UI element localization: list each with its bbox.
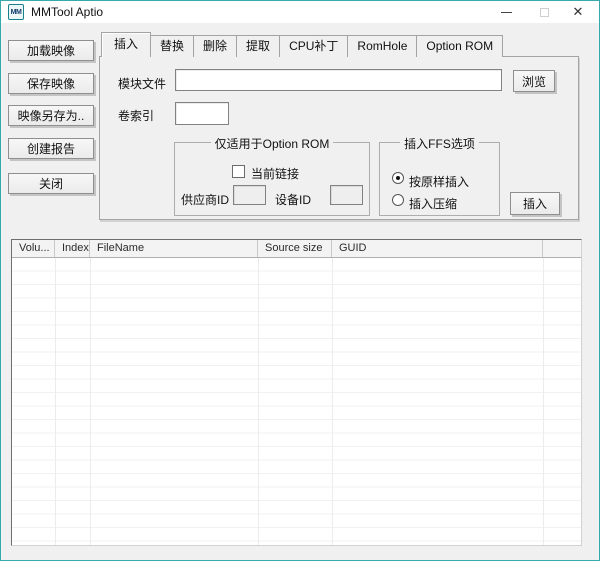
col-header-blank[interactable] <box>543 240 581 257</box>
col-header-source-size[interactable]: Source size <box>258 240 332 257</box>
close-app-button[interactable]: 关闭 <box>8 173 94 194</box>
device-id-input[interactable] <box>330 185 363 205</box>
maximize-button <box>529 1 559 23</box>
app-icon: MM <box>8 4 24 20</box>
insert-tab-panel: 模块文件 浏览 卷索引 仅适用于Option ROM 当前链接 供应商ID 设备… <box>99 56 579 220</box>
current-link-checkbox[interactable] <box>232 165 245 178</box>
ffs-options-group: 插入FFS选项 按原样插入 插入压缩 <box>379 137 500 216</box>
maximize-icon <box>539 7 549 17</box>
app-window: MM MMTool Aptio ✕ 加载映像 保存映像 映像另存为.. 创建报告… <box>0 0 600 561</box>
insert-as-is-label: 按原样插入 <box>409 175 470 189</box>
create-report-button[interactable]: 创建报告 <box>8 138 94 159</box>
tab-replace[interactable]: 替换 <box>151 35 195 57</box>
tab-romhole[interactable]: RomHole <box>348 35 418 57</box>
column-divider <box>90 258 91 545</box>
col-header-volume[interactable]: Volu... <box>12 240 55 257</box>
load-image-button[interactable]: 加载映像 <box>8 40 94 61</box>
module-file-label: 模块文件 <box>118 77 167 91</box>
save-image-button[interactable]: 保存映像 <box>8 73 94 94</box>
module-table-body <box>12 258 581 545</box>
volume-index-label: 卷索引 <box>118 109 155 123</box>
tab-insert[interactable]: 插入 <box>101 32 152 57</box>
option-rom-group-title: 仅适用于Option ROM <box>175 135 369 152</box>
save-image-as-button[interactable]: 映像另存为.. <box>8 105 94 126</box>
column-divider <box>258 258 259 545</box>
ffs-options-group-title: 插入FFS选项 <box>380 135 499 152</box>
minimize-button[interactable] <box>491 1 521 23</box>
insert-as-is-radio[interactable] <box>392 172 404 184</box>
device-id-label: 设备ID <box>275 193 312 207</box>
vendor-id-label: 供应商ID <box>181 193 230 207</box>
column-divider <box>55 258 56 545</box>
current-link-label: 当前链接 <box>251 167 300 181</box>
browse-button[interactable]: 浏览 <box>513 70 555 92</box>
vendor-id-input[interactable] <box>233 185 266 205</box>
col-header-index[interactable]: Index <box>55 240 90 257</box>
column-divider <box>332 258 333 545</box>
column-divider <box>543 258 544 545</box>
module-table-header: Volu... Index FileName Source size GUID <box>12 240 581 258</box>
insert-compressed-radio[interactable] <box>392 194 404 206</box>
option-rom-group: 仅适用于Option ROM 当前链接 供应商ID 设备ID <box>174 137 370 216</box>
tab-option-rom[interactable]: Option ROM <box>417 35 504 57</box>
volume-index-input[interactable] <box>175 102 229 125</box>
app-icon-text: MM <box>10 8 22 16</box>
close-button[interactable]: ✕ <box>563 1 593 23</box>
window-title: MMTool Aptio <box>31 5 104 19</box>
module-table: Volu... Index FileName Source size GUID <box>11 239 582 546</box>
insert-compressed-label: 插入压缩 <box>409 197 458 211</box>
col-header-filename[interactable]: FileName <box>90 240 258 257</box>
titlebar: MM MMTool Aptio ✕ <box>1 1 599 23</box>
insert-button[interactable]: 插入 <box>510 192 560 215</box>
tab-extract[interactable]: 提取 <box>237 35 281 57</box>
minimize-icon <box>500 11 512 13</box>
tab-delete[interactable]: 删除 <box>194 35 238 57</box>
tab-cpu-patch[interactable]: CPU补丁 <box>280 35 349 57</box>
module-file-input[interactable] <box>175 69 502 91</box>
tabstrip: 插入 替换 删除 提取 CPU补丁 RomHole Option ROM <box>101 32 504 57</box>
col-header-guid[interactable]: GUID <box>332 240 543 257</box>
